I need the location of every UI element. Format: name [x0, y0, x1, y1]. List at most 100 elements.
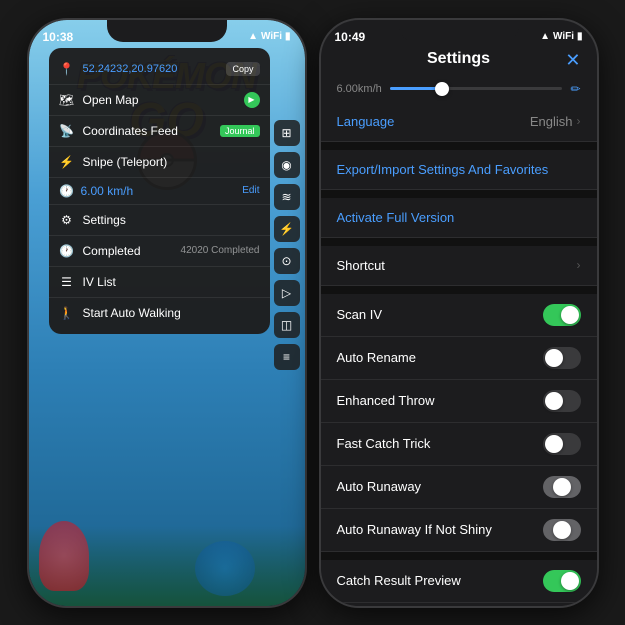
sep-4 — [321, 286, 597, 294]
coords-text: 52.24232,20.97620 — [83, 63, 219, 75]
joystick-info-text: YOU CAN DRAG THE JOYSTICK TO YOUR FAVOUR… — [321, 603, 597, 606]
language-row[interactable]: Language English › — [321, 102, 597, 142]
auto-runaway-shiny-row[interactable]: Auto Runaway If Not Shiny — [321, 509, 597, 552]
auto-walk-row[interactable]: 🚶 Start Auto Walking — [49, 298, 270, 328]
enhanced-throw-label: Enhanced Throw — [337, 393, 543, 408]
enhanced-throw-toggle[interactable] — [543, 390, 581, 412]
settings-label: Settings — [83, 213, 126, 227]
scan-iv-row[interactable]: Scan IV — [321, 294, 597, 337]
completed-count: 42020 Completed — [181, 245, 260, 256]
character-avatar — [39, 521, 89, 591]
speed-slider-row: 6.00km/h ✏ — [321, 76, 597, 102]
pokemon-silhouette — [195, 541, 255, 596]
auto-rename-toggle[interactable] — [543, 347, 581, 369]
auto-runaway-shiny-toggle-dot — [553, 521, 571, 539]
settings-icon: ⚙ — [59, 212, 75, 228]
left-phone: 10:38 ▲ WiFi ▮ POKÉMON GO ⊞ ◉ ≋ ⚡ — [27, 18, 307, 608]
wifi-icon-right: WiFi — [553, 31, 574, 42]
sep-1 — [321, 142, 597, 150]
menu-overlay: 📍 52.24232,20.97620 Copy 🗺 Open Map ▶ 📡 … — [49, 48, 270, 334]
sep-2 — [321, 190, 597, 198]
catch-result-row[interactable]: Catch Result Preview — [321, 560, 597, 603]
iv-list-label: IV List — [83, 275, 116, 289]
toolbar-menu-btn[interactable]: ≡ — [274, 344, 300, 370]
iv-list-row[interactable]: ☰ IV List — [49, 267, 270, 298]
map-icon: 🗺 — [59, 92, 75, 108]
time-left: 10:38 — [43, 30, 74, 44]
scan-iv-toggle[interactable] — [543, 304, 581, 326]
speed-slider-track[interactable] — [390, 87, 563, 90]
coords-feed-label: Coordinates Feed — [83, 124, 178, 138]
copy-button[interactable]: Copy — [226, 62, 259, 76]
battery-icon-right: ▮ — [577, 31, 583, 42]
auto-runaway-row[interactable]: Auto Runaway — [321, 466, 597, 509]
auto-runaway-shiny-toggle[interactable] — [543, 519, 581, 541]
enhanced-throw-row[interactable]: Enhanced Throw — [321, 380, 597, 423]
snipe-row[interactable]: ⚡ Snipe (Teleport) — [49, 147, 270, 178]
toolbar-bolt-btn[interactable]: ⚡ — [274, 216, 300, 242]
sep-5 — [321, 552, 597, 560]
shortcut-row[interactable]: Shortcut › — [321, 246, 597, 286]
toolbar-map-btn[interactable]: ⊞ — [274, 120, 300, 146]
speed-value: 6.00 km/h — [81, 184, 134, 198]
export-import-row[interactable]: Export/Import Settings And Favorites — [321, 150, 597, 190]
enhanced-throw-toggle-dot — [545, 392, 563, 410]
status-icons-right: ▲ WiFi ▮ — [540, 31, 582, 42]
open-map-row[interactable]: 🗺 Open Map ▶ — [49, 85, 270, 116]
auto-runaway-toggle[interactable] — [543, 476, 581, 498]
coords-row[interactable]: 📍 52.24232,20.97620 Copy — [49, 54, 270, 85]
export-import-label: Export/Import Settings And Favorites — [337, 162, 581, 177]
edit-button[interactable]: Edit — [242, 185, 259, 196]
fast-catch-label: Fast Catch Trick — [337, 436, 543, 451]
scan-iv-label: Scan IV — [337, 307, 543, 322]
settings-screen: 10:49 ▲ WiFi ▮ Settings ✕ 6.00km/h ✏ Lan… — [321, 20, 597, 606]
auto-runaway-toggle-dot — [553, 478, 571, 496]
coords-feed-row[interactable]: 📡 Coordinates Feed Journal — [49, 116, 270, 147]
completed-icon: 🕐 — [59, 243, 75, 259]
shortcut-chevron: › — [577, 258, 581, 272]
catch-result-toggle[interactable] — [543, 570, 581, 592]
activate-label: Activate Full Version — [337, 210, 581, 225]
speed-icon: 🕐 — [59, 183, 75, 199]
snipe-label: Snipe (Teleport) — [83, 155, 168, 169]
slider-edit-icon[interactable]: ✏ — [570, 82, 580, 96]
toolbar-grid-btn[interactable]: ◫ — [274, 312, 300, 338]
toolbar-signal-btn[interactable]: ≋ — [274, 184, 300, 210]
scan-iv-toggle-dot — [561, 306, 579, 324]
auto-rename-row[interactable]: Auto Rename — [321, 337, 597, 380]
fast-catch-toggle-dot — [545, 435, 563, 453]
play-icon: ▶ — [244, 92, 260, 108]
feed-icon: 📡 — [59, 123, 75, 139]
toolbar-circle-btn[interactable]: ◉ — [274, 152, 300, 178]
fast-catch-toggle[interactable] — [543, 433, 581, 455]
auto-rename-toggle-dot — [545, 349, 563, 367]
walk-icon: 🚶 — [59, 305, 75, 321]
notch-right — [399, 20, 519, 42]
pogo-screen: 10:38 ▲ WiFi ▮ POKÉMON GO ⊞ ◉ ≋ ⚡ — [29, 20, 305, 606]
auto-walk-label: Start Auto Walking — [83, 306, 181, 320]
journal-badge: Journal — [220, 125, 260, 137]
toolbar-play-btn[interactable]: ▷ — [274, 280, 300, 306]
sep-3 — [321, 238, 597, 246]
language-value: English — [530, 114, 573, 129]
toolbar-target-btn[interactable]: ⊙ — [274, 248, 300, 274]
battery-icon: ▮ — [285, 31, 291, 42]
speed-row[interactable]: 🕐 6.00 km/h Edit — [49, 178, 270, 205]
status-icons-left: ▲ WiFi ▮ — [248, 31, 290, 42]
iv-icon: ☰ — [59, 274, 75, 290]
shortcut-label: Shortcut — [337, 258, 577, 273]
slider-thumb — [435, 82, 449, 96]
signal-icon-right: ▲ — [540, 31, 550, 42]
close-button[interactable]: ✕ — [565, 50, 580, 71]
completed-label: Completed — [83, 244, 141, 258]
wifi-icon: WiFi — [261, 31, 282, 42]
right-toolbar: ⊞ ◉ ≋ ⚡ ⊙ ▷ ◫ ≡ — [274, 120, 300, 370]
fast-catch-row[interactable]: Fast Catch Trick — [321, 423, 597, 466]
settings-row[interactable]: ⚙ Settings — [49, 205, 270, 236]
activate-row[interactable]: Activate Full Version — [321, 198, 597, 238]
time-right: 10:49 — [335, 30, 366, 44]
catch-result-label: Catch Result Preview — [337, 573, 543, 588]
completed-row[interactable]: 🕐 Completed 42020 Completed — [49, 236, 270, 267]
snipe-icon: ⚡ — [59, 154, 75, 170]
language-chevron: › — [577, 114, 581, 128]
